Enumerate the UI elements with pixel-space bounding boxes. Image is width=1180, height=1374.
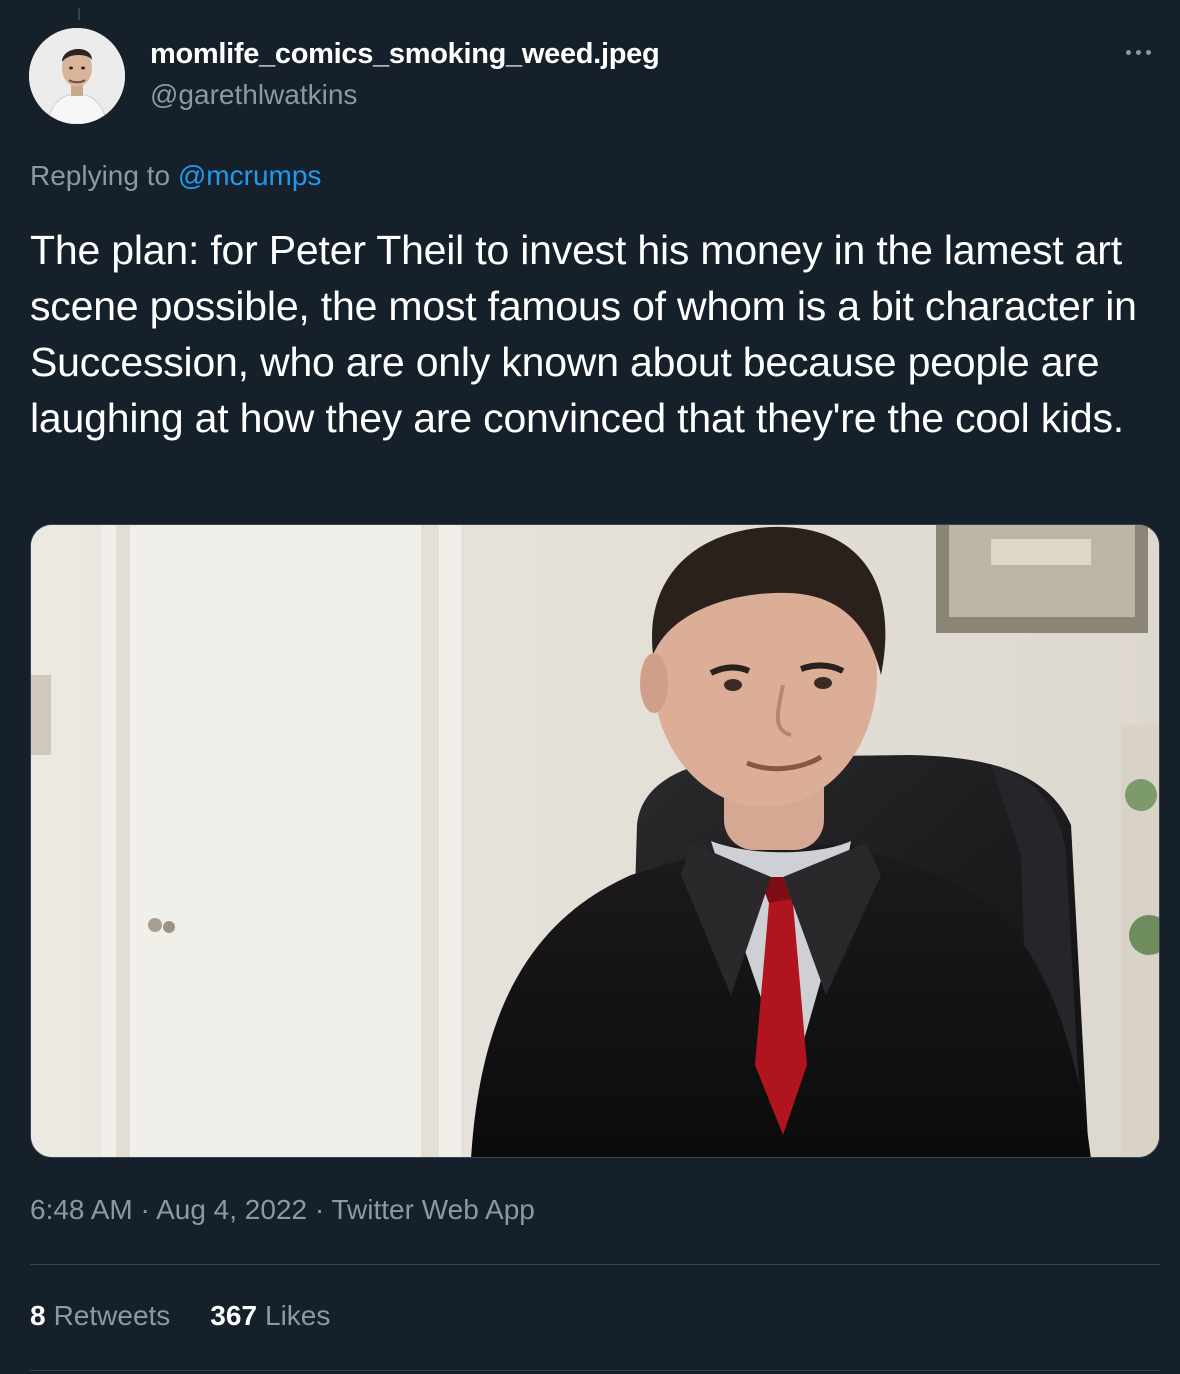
meta-separator: ·	[140, 1194, 150, 1225]
meta-separator: ·	[314, 1194, 325, 1225]
avatar-photo	[29, 28, 125, 124]
replying-to: Replying to @mcrumps	[30, 160, 321, 192]
more-horizontal-icon	[1125, 49, 1131, 55]
replying-to-mention-link[interactable]: @mcrumps	[178, 160, 322, 191]
replying-to-label: Replying to	[30, 160, 171, 191]
tweet-media-image[interactable]	[30, 524, 1160, 1158]
avatar[interactable]	[29, 28, 125, 124]
author-display-name[interactable]: momlife_comics_smoking_weed.jpeg	[150, 38, 660, 71]
more-horizontal-icon-dot	[1135, 49, 1141, 55]
retweets-count: 8	[30, 1300, 46, 1331]
tweet-stats: 8 Retweets 367 Likes	[30, 1300, 330, 1332]
likes-count: 367	[210, 1300, 258, 1331]
likes-stat[interactable]: 367 Likes	[210, 1300, 330, 1332]
tweet-time[interactable]: 6:48 AM	[30, 1194, 133, 1225]
thread-connector-line	[78, 8, 80, 20]
divider	[30, 1370, 1160, 1371]
likes-label: Likes	[265, 1300, 331, 1331]
retweets-stat[interactable]: 8 Retweets	[30, 1300, 170, 1332]
author-handle[interactable]: @garethlwatkins	[150, 79, 357, 111]
tweet-text: The plan: for Peter Theil to invest his …	[30, 227, 1137, 441]
retweets-label: Retweets	[53, 1300, 171, 1331]
divider	[30, 1264, 1160, 1265]
media-photo	[31, 525, 1159, 1157]
tweet-date[interactable]: Aug 4, 2022	[156, 1194, 307, 1225]
more-options-button[interactable]	[1118, 40, 1158, 64]
tweet-metadata: 6:48 AM · Aug 4, 2022 · Twitter Web App	[30, 1194, 535, 1226]
more-horizontal-icon-dot	[1145, 49, 1151, 55]
tweet-source[interactable]: Twitter Web App	[332, 1194, 535, 1225]
